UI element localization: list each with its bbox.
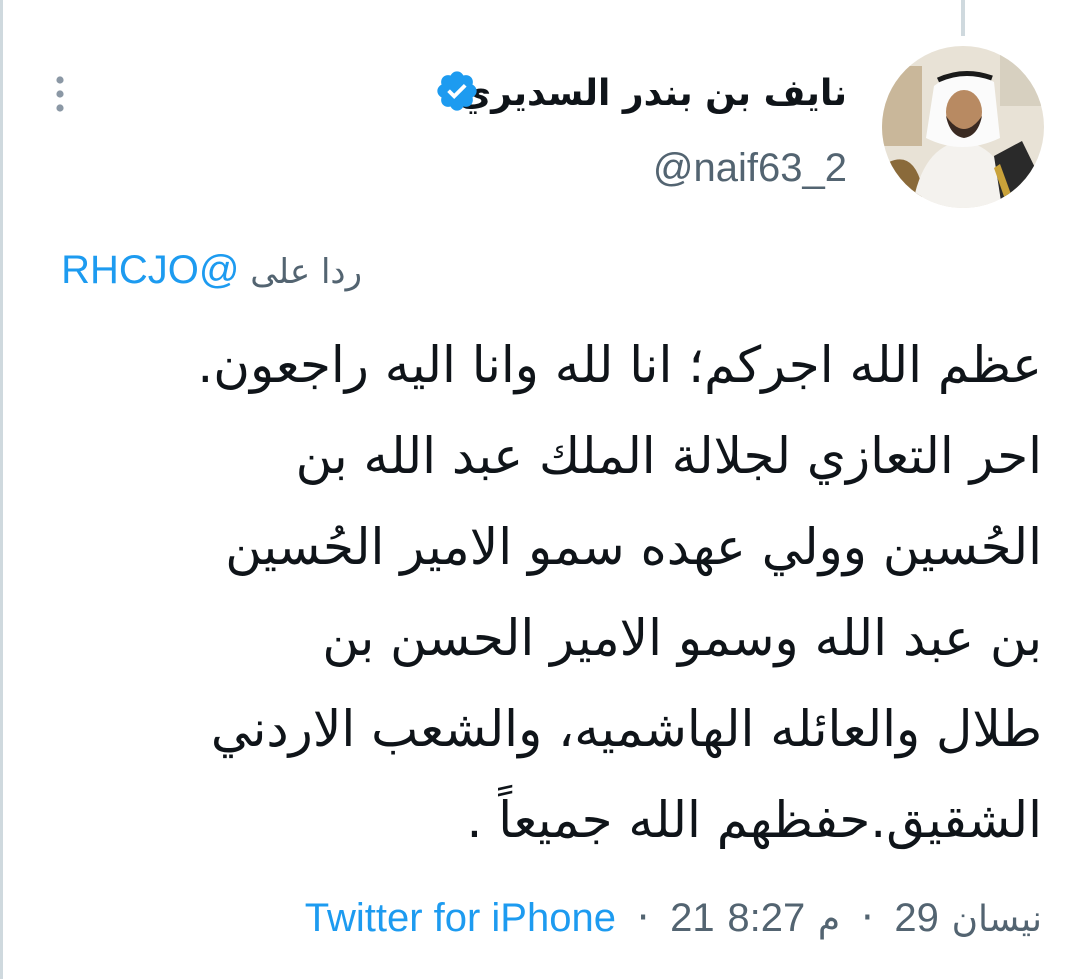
tweet-time[interactable]: 8:27 <box>727 896 805 940</box>
tweet-date-year[interactable]: 21 <box>670 896 715 940</box>
author-display-name[interactable]: نايف بن بندر السديري <box>458 66 847 122</box>
avatar[interactable] <box>882 46 1044 208</box>
tweet-date-day[interactable]: 29 <box>894 896 939 940</box>
meta-separator: · <box>636 895 650 941</box>
verified-badge-icon <box>437 71 477 111</box>
tweet-metadata: Twitter for iPhone · 21 نيسان 29 · م 8:2… <box>305 888 1042 950</box>
tweet-text: عظم الله اجركم؛ انا لله وانا اليه راجعون… <box>42 320 1042 866</box>
reply-mention-link[interactable]: @RHCJO <box>61 248 239 292</box>
tweet-date-month[interactable]: نيسان <box>952 899 1042 940</box>
tweet-text-line: الحُسين وولي عهده سمو الامير الحُسين <box>225 518 1042 576</box>
column-border <box>0 0 3 979</box>
tweet-time-period[interactable]: م <box>818 899 840 940</box>
reply-context: ردا على @RHCJO <box>61 242 362 300</box>
tweet-text-line: بن عبد الله وسمو الامير الحسن بن <box>322 609 1042 667</box>
meta-separator: · <box>860 895 874 941</box>
author-handle[interactable]: @naif63_2 <box>653 140 847 196</box>
reply-prefix: ردا على <box>250 252 362 292</box>
tweet-text-line: الشقيق.حفظهم الله جميعاً . <box>466 791 1042 849</box>
tweet-text-line: عظم الله اجركم؛ انا لله وانا اليه راجعون… <box>197 336 1042 394</box>
more-vertical-icon[interactable] <box>48 74 72 114</box>
tweet-source-link[interactable]: Twitter for iPhone <box>305 896 616 940</box>
tweet-text-line: طلال والعائله الهاشميه، والشعب الاردني <box>210 700 1042 758</box>
thread-connector-line <box>961 0 965 36</box>
tweet-text-line: احر التعازي لجلالة الملك عبد الله بن <box>295 427 1042 485</box>
